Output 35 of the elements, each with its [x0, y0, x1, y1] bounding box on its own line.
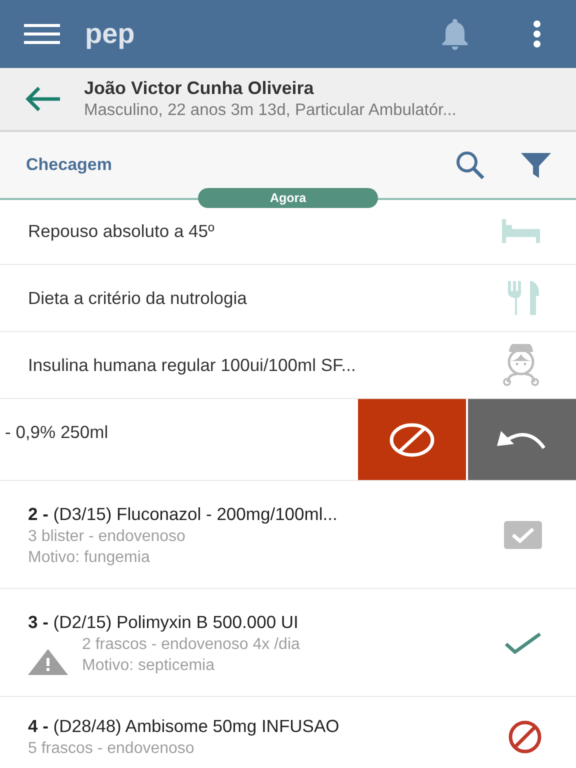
medication-detail: Motivo: fungemia	[28, 548, 151, 568]
order-text: - 0,9% 250ml	[5, 421, 108, 444]
patient-name: João Victor Cunha Oliveira	[84, 77, 315, 99]
checked-box-icon[interactable]	[504, 520, 542, 548]
checkmark-icon[interactable]	[504, 632, 542, 654]
bed-icon	[500, 219, 542, 243]
back-arrow-icon[interactable]	[24, 85, 62, 113]
medication-detail: 2 frascos - endovenoso 4x /dia	[82, 634, 300, 654]
search-icon[interactable]	[454, 149, 486, 181]
medication-detail: 5 frascos - endovenoso	[28, 739, 194, 759]
time-marker-badge: Agora	[198, 188, 378, 208]
medication-row[interactable]: 3 - (D2/15) Polimyxin B 500.000 UI 2 frascos - endovenoso 4x /dia Motivo: septicemia	[0, 589, 576, 697]
order-text: Insulina humana regular 100ui/100ml SF...	[28, 354, 357, 377]
medication-detail: Motivo: septicemia	[82, 656, 216, 676]
more-options-icon[interactable]	[532, 20, 542, 48]
order-text: Repouso absoluto a 45º	[28, 220, 216, 243]
medication-detail: 3 blister - endovenoso	[28, 526, 186, 546]
medication-title: 4 - (D28/48) Ambisome 50mg INFUSAO	[28, 715, 340, 738]
prohibited-icon	[389, 422, 435, 456]
filter-icon[interactable]	[520, 151, 552, 179]
nurse-icon	[500, 344, 542, 386]
suspend-button[interactable]	[358, 399, 466, 480]
patient-details: Masculino, 22 anos 3m 13d, Particular Ambulatór...	[84, 100, 456, 121]
menu-icon[interactable]	[24, 23, 60, 45]
app-title: pep	[85, 17, 135, 51]
order-text: Dieta a critério da nutrologia	[28, 286, 248, 310]
medication-title: 2 - (D3/15) Fluconazol - 200mg/100ml...	[28, 502, 338, 526]
undo-button[interactable]	[468, 399, 576, 480]
medication-title: 3 - (D2/15) Polimyxin B 500.000 UI	[28, 610, 300, 634]
order-row[interactable]: Dieta a critério da nutrologia	[0, 265, 576, 332]
fork-and-knife-icon	[506, 281, 542, 315]
medication-row[interactable]: 2 - (D3/15) Fluconazol - 200mg/100ml... 3 blister - endovenoso Motivo: fungemia	[0, 481, 576, 589]
prohibited-icon[interactable]	[508, 720, 542, 754]
medication-row[interactable]: 4 - (D28/48) Ambisome 50mg INFUSAO 5 frascos - endovenoso	[0, 697, 576, 768]
section-title: Checagem	[26, 154, 112, 176]
